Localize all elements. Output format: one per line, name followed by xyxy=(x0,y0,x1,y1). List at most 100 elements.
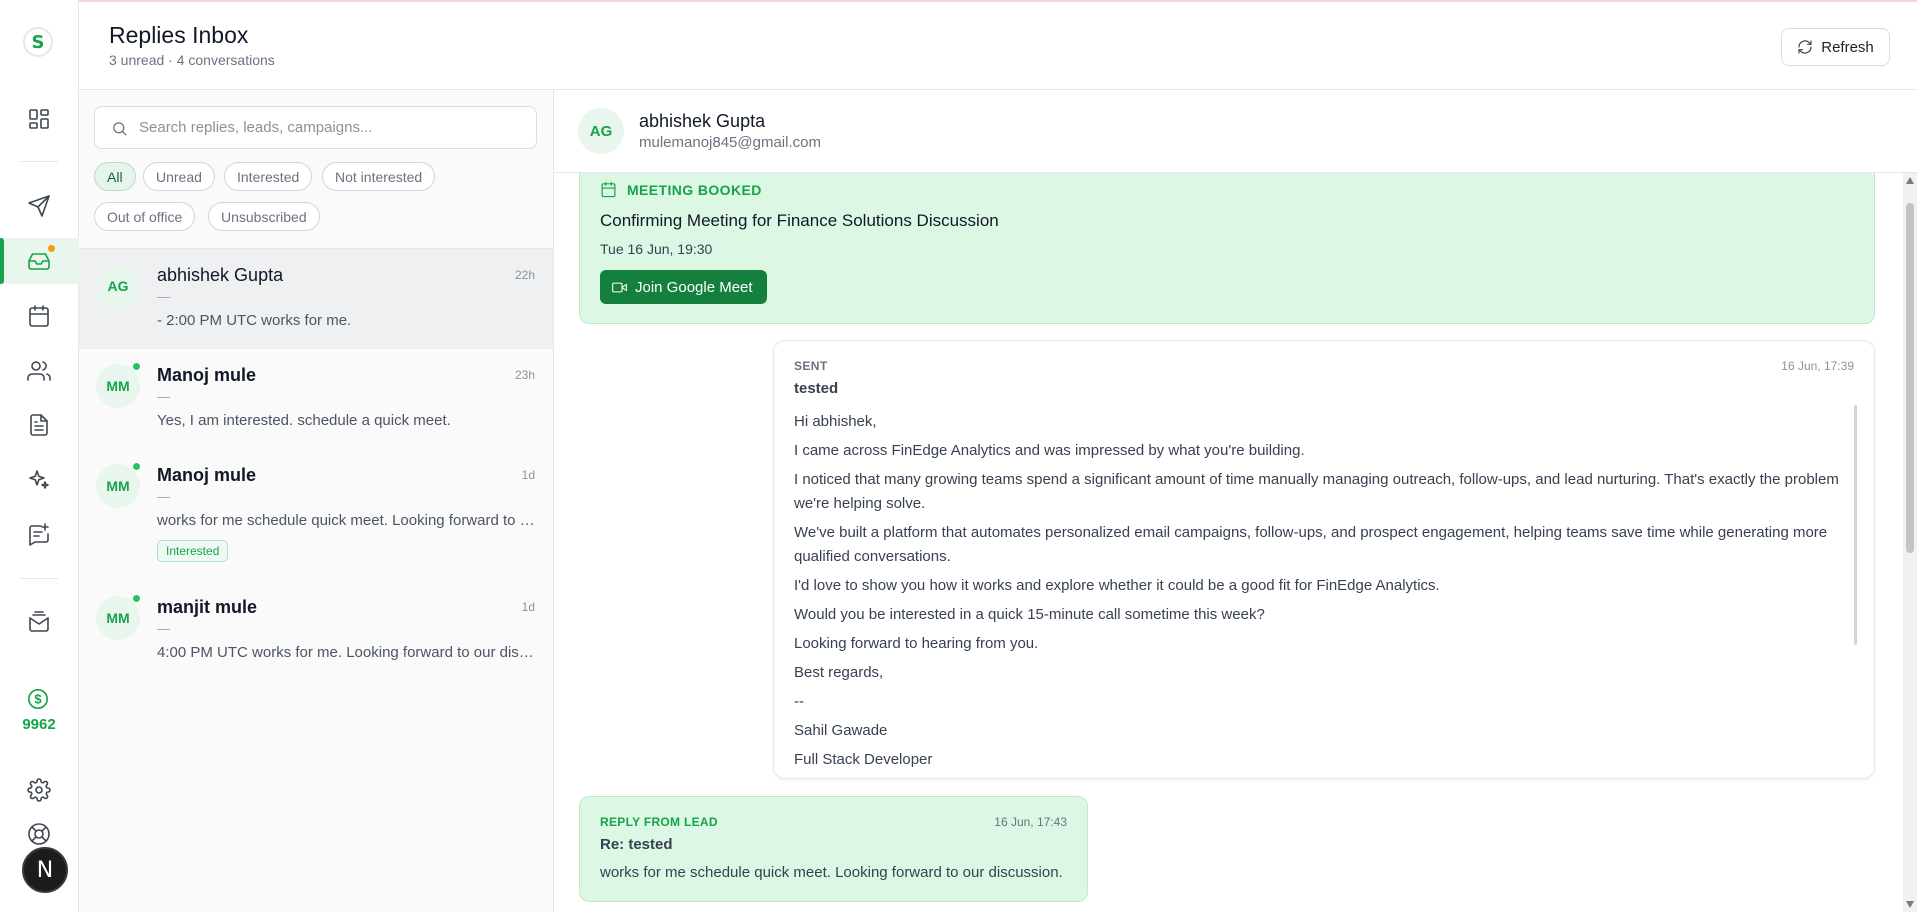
conversation-time: 1d xyxy=(521,468,535,482)
users-icon[interactable] xyxy=(20,352,58,390)
contact-avatar: MM xyxy=(96,464,140,508)
contact-name: abhishek Gupta xyxy=(639,111,766,131)
sparkles-icon[interactable] xyxy=(20,461,58,499)
chat-edit-icon[interactable] xyxy=(20,515,58,553)
body-line: I noticed that many growing teams spend … xyxy=(794,471,1839,512)
filter-out-of-office[interactable]: Out of office xyxy=(94,202,196,231)
contact-name: Manoj mule xyxy=(157,365,257,385)
send-icon[interactable] xyxy=(20,187,58,225)
conversation-preview: Yes, I am interested. schedule a quick m… xyxy=(157,412,451,429)
thread-scrollbar[interactable] xyxy=(1903,173,1917,912)
scroll-up-arrow[interactable] xyxy=(1906,177,1914,184)
conversation-time: 23h xyxy=(514,368,535,382)
conversation-preview: 4:00 PM UTC works for me. Looking forwar… xyxy=(157,644,534,661)
page-header: Replies Inbox 3 unread · 4 conversations… xyxy=(79,2,1917,90)
body-line: -- xyxy=(794,693,804,710)
conversation-preview: - 2:00 PM UTC works for me. xyxy=(157,312,352,329)
contact-avatar: MM xyxy=(96,364,140,408)
conversation-item[interactable]: MM Manoj mule 23h — Yes, I am interested… xyxy=(79,349,553,449)
credits-coin-icon: $ xyxy=(28,689,48,709)
calendar-icon xyxy=(601,181,616,198)
credits-balance: 9962 xyxy=(22,716,56,733)
contact-email: mulemanoj845@gmail.com xyxy=(639,134,821,151)
message-scrollbar[interactable] xyxy=(1854,405,1857,645)
body-line: Hi abhishek, xyxy=(794,413,877,430)
page-subtitle: 3 unread · 4 conversations xyxy=(109,52,275,68)
video-icon xyxy=(612,282,627,292)
user-initial: N xyxy=(36,857,54,883)
filter-not-interested[interactable]: Not interested xyxy=(322,162,436,191)
message-timestamp: 16 Jun, 17:39 xyxy=(1781,359,1854,373)
search-box xyxy=(94,106,537,149)
unread-indicator-dot xyxy=(132,594,141,603)
contact-name: abhishek Gupta xyxy=(157,265,284,285)
contact-avatar: AG xyxy=(96,264,140,308)
document-icon[interactable] xyxy=(20,406,58,444)
svg-text:$: $ xyxy=(34,692,41,707)
logo-letter: S xyxy=(31,31,45,53)
mail-stack-icon[interactable] xyxy=(20,603,58,641)
contact-name: Manoj mule xyxy=(157,465,257,485)
conversation-item[interactable]: MM manjit mule 1d — 4:00 PM UTC works fo… xyxy=(79,581,553,681)
filter-unsubscribed[interactable]: Unsubscribed xyxy=(208,202,320,231)
unread-indicator-dot xyxy=(132,462,141,471)
body-line: I'd love to show you how it works and ex… xyxy=(794,577,1440,594)
reply-card: REPLY FROM LEAD 16 Jun, 17:43 Re: tested… xyxy=(579,796,1088,902)
meeting-booked-card: MEETING BOOKED Confirming Meeting for Fi… xyxy=(579,160,1875,324)
scroll-down-arrow[interactable] xyxy=(1906,901,1914,908)
rail-divider xyxy=(20,161,58,162)
calendar-icon[interactable] xyxy=(20,297,58,335)
page-title: Replies Inbox xyxy=(109,22,249,48)
dashboard-icon[interactable] xyxy=(20,100,58,138)
app-logo[interactable]: S xyxy=(23,27,53,57)
message-kind: SENT xyxy=(794,359,828,373)
body-line: I came across FinEdge Analytics and was … xyxy=(794,442,1305,459)
filter-interested[interactable]: Interested xyxy=(224,162,313,191)
gear-icon[interactable] xyxy=(20,771,58,809)
message-subject: tested xyxy=(794,380,839,397)
sidebar-rail: S $ 9962 N xyxy=(0,0,79,912)
conversation-preview: works for me schedule quick meet. Lookin… xyxy=(157,512,535,529)
thread-pane: AG abhishek Gupta mulemanoj845@gmail.com… xyxy=(554,90,1917,912)
message-timestamp: 16 Jun, 17:43 xyxy=(994,815,1067,829)
active-nav-marker xyxy=(0,238,4,284)
conversation-item[interactable]: AG abhishek Gupta 22h — - 2:00 PM UTC wo… xyxy=(79,249,553,349)
refresh-icon xyxy=(1798,40,1812,54)
conversation-separator: — xyxy=(157,489,170,504)
contact-avatar: MM xyxy=(96,596,140,640)
body-line: Full Stack Developer xyxy=(794,751,933,768)
body-line: Best regards, xyxy=(794,664,884,681)
contact-name: manjit mule xyxy=(157,597,258,617)
refresh-label: Refresh xyxy=(1821,38,1874,56)
message-subject: Re: tested xyxy=(600,836,673,853)
body-line: Looking forward to hearing from you. xyxy=(794,635,1039,652)
conversation-time: 22h xyxy=(514,268,535,282)
reply-text: works for me schedule quick meet. Lookin… xyxy=(600,864,1063,881)
conversation-separator: — xyxy=(157,289,170,304)
conversation-item[interactable]: MM Manoj mule 1d — works for me schedule… xyxy=(79,449,553,581)
unread-indicator-dot xyxy=(132,362,141,371)
join-meet-label: Join Google Meet xyxy=(635,278,753,296)
thread-header: AG abhishek Gupta mulemanoj845@gmail.com xyxy=(554,90,1917,173)
conversation-separator: — xyxy=(157,389,170,404)
meeting-label: MEETING BOOKED xyxy=(600,181,762,198)
search-input[interactable] xyxy=(139,107,529,148)
body-line: Would you be interested in a quick 15-mi… xyxy=(794,606,1265,623)
conversation-list-pane: All Unread Interested Not interested Out… xyxy=(79,90,554,912)
body-line: We've built a platform that automates pe… xyxy=(794,524,1828,565)
body-line: Sahil Gawade xyxy=(794,722,888,739)
refresh-button[interactable]: Refresh xyxy=(1781,28,1890,66)
search-icon xyxy=(113,122,127,136)
contact-avatar: AG xyxy=(578,108,624,154)
inbox-notification-dot xyxy=(48,245,55,252)
conversation-separator: — xyxy=(157,621,170,636)
meeting-label-text: MEETING BOOKED xyxy=(627,181,762,198)
conversation-time: 1d xyxy=(521,600,535,614)
scroll-thumb[interactable] xyxy=(1906,203,1914,553)
filter-all[interactable]: All xyxy=(94,162,136,191)
join-google-meet-button[interactable]: Join Google Meet xyxy=(600,270,767,304)
filter-unread[interactable]: Unread xyxy=(143,162,215,191)
message-body[interactable]: Hi abhishek, I came across FinEdge Analy… xyxy=(794,410,1844,770)
user-avatar[interactable]: N xyxy=(22,847,68,893)
meeting-datetime: Tue 16 Jun, 19:30 xyxy=(600,241,713,257)
